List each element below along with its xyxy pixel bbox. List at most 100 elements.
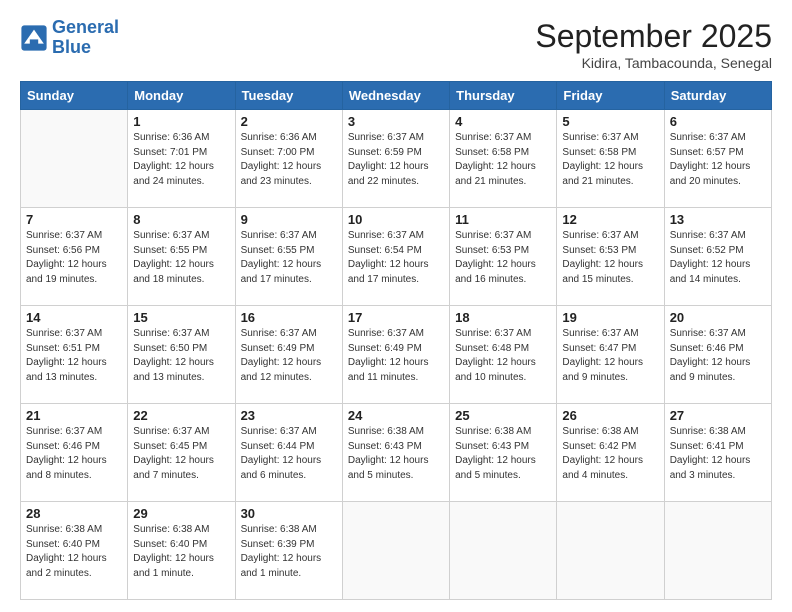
calendar-cell: 8 Sunrise: 6:37 AM Sunset: 6:55 PM Daylig…: [128, 208, 235, 306]
day-info: Sunrise: 6:37 AM Sunset: 6:58 PM Dayligh…: [562, 131, 658, 189]
day-info: Sunrise: 6:36 AM Sunset: 7:00 PM Dayligh…: [241, 131, 337, 189]
calendar-cell: 10 Sunrise: 6:37 AM Sunset: 6:54 PM Dayli…: [342, 208, 449, 306]
calendar-cell: 6 Sunrise: 6:37 AM Sunset: 6:57 PM Daylig…: [664, 110, 771, 208]
calendar-cell: 26 Sunrise: 6:38 AM Sunset: 6:42 PM Dayli…: [557, 404, 664, 502]
calendar-cell: [342, 502, 449, 600]
calendar-cell: 28 Sunrise: 6:38 AM Sunset: 6:40 PM Dayli…: [21, 502, 128, 600]
day-info: Sunrise: 6:37 AM Sunset: 6:51 PM Dayligh…: [26, 327, 122, 385]
calendar-cell: 4 Sunrise: 6:37 AM Sunset: 6:58 PM Daylig…: [450, 110, 557, 208]
day-info: Sunrise: 6:38 AM Sunset: 6:43 PM Dayligh…: [455, 425, 551, 483]
calendar-cell: 19Sunrise: 6:37 AM Sunset: 6:47 PM Dayli…: [557, 306, 664, 404]
day-info: Sunrise: 6:37 AM Sunset: 6:54 PM Dayligh…: [348, 229, 444, 287]
day-number: 12: [562, 212, 658, 227]
subtitle: Kidira, Tambacounda, Senegal: [535, 55, 772, 71]
day-info: Sunrise: 6:37 AM Sunset: 6:57 PM Dayligh…: [670, 131, 766, 189]
day-number: 20: [670, 310, 766, 325]
day-number: 18: [455, 310, 551, 325]
day-number: 17: [348, 310, 444, 325]
logo-general: General: [52, 17, 119, 37]
day-number: 14: [26, 310, 122, 325]
day-number: 4: [455, 114, 551, 129]
logo-text: General Blue: [52, 18, 119, 58]
day-number: 15: [133, 310, 229, 325]
day-number: 30: [241, 506, 337, 521]
day-number: 10: [348, 212, 444, 227]
day-info: Sunrise: 6:37 AM Sunset: 6:52 PM Dayligh…: [670, 229, 766, 287]
day-info: Sunrise: 6:37 AM Sunset: 6:55 PM Dayligh…: [133, 229, 229, 287]
calendar-cell: [450, 502, 557, 600]
day-info: Sunrise: 6:38 AM Sunset: 6:40 PM Dayligh…: [133, 523, 229, 581]
calendar-cell: 9 Sunrise: 6:37 AM Sunset: 6:55 PM Daylig…: [235, 208, 342, 306]
day-info: Sunrise: 6:38 AM Sunset: 6:40 PM Dayligh…: [26, 523, 122, 581]
day-number: 7: [26, 212, 122, 227]
day-number: 24: [348, 408, 444, 423]
col-header-saturday: Saturday: [664, 82, 771, 110]
day-number: 28: [26, 506, 122, 521]
day-number: 22: [133, 408, 229, 423]
day-info: Sunrise: 6:37 AM Sunset: 6:55 PM Dayligh…: [241, 229, 337, 287]
calendar-cell: 3 Sunrise: 6:37 AM Sunset: 6:59 PM Daylig…: [342, 110, 449, 208]
header-row: SundayMondayTuesdayWednesdayThursdayFrid…: [21, 82, 772, 110]
calendar-cell: 16 Sunrise: 6:37 AM Sunset: 6:49 PM Dayli…: [235, 306, 342, 404]
day-info: Sunrise: 6:38 AM Sunset: 6:43 PM Dayligh…: [348, 425, 444, 483]
day-info: Sunrise: 6:37 AM Sunset: 6:46 PM Dayligh…: [670, 327, 766, 385]
logo: General Blue: [20, 18, 119, 58]
calendar-cell: 11Sunrise: 6:37 AM Sunset: 6:53 PM Dayli…: [450, 208, 557, 306]
calendar-cell: 30Sunrise: 6:38 AM Sunset: 6:39 PM Dayli…: [235, 502, 342, 600]
logo-icon: [20, 24, 48, 52]
calendar-cell: 25 Sunrise: 6:38 AM Sunset: 6:43 PM Dayli…: [450, 404, 557, 502]
calendar-cell: [557, 502, 664, 600]
day-number: 9: [241, 212, 337, 227]
day-number: 25: [455, 408, 551, 423]
day-number: 11: [455, 212, 551, 227]
calendar-cell: 21Sunrise: 6:37 AM Sunset: 6:46 PM Dayli…: [21, 404, 128, 502]
calendar-cell: 1 Sunrise: 6:36 AM Sunset: 7:01 PM Daylig…: [128, 110, 235, 208]
day-info: Sunrise: 6:37 AM Sunset: 6:44 PM Dayligh…: [241, 425, 337, 483]
day-number: 29: [133, 506, 229, 521]
calendar-cell: 18 Sunrise: 6:37 AM Sunset: 6:48 PM Dayli…: [450, 306, 557, 404]
day-number: 16: [241, 310, 337, 325]
week-row-1: 1 Sunrise: 6:36 AM Sunset: 7:01 PM Daylig…: [21, 110, 772, 208]
week-row-3: 14 Sunrise: 6:37 AM Sunset: 6:51 PM Dayli…: [21, 306, 772, 404]
day-info: Sunrise: 6:37 AM Sunset: 6:56 PM Dayligh…: [26, 229, 122, 287]
day-info: Sunrise: 6:37 AM Sunset: 6:49 PM Dayligh…: [241, 327, 337, 385]
calendar-cell: 22 Sunrise: 6:37 AM Sunset: 6:45 PM Dayli…: [128, 404, 235, 502]
calendar-table: SundayMondayTuesdayWednesdayThursdayFrid…: [20, 81, 772, 600]
day-number: 3: [348, 114, 444, 129]
calendar-cell: 29 Sunrise: 6:38 AM Sunset: 6:40 PM Dayli…: [128, 502, 235, 600]
day-info: Sunrise: 6:37 AM Sunset: 6:58 PM Dayligh…: [455, 131, 551, 189]
day-number: 26: [562, 408, 658, 423]
day-number: 27: [670, 408, 766, 423]
col-header-wednesday: Wednesday: [342, 82, 449, 110]
calendar-cell: 13Sunrise: 6:37 AM Sunset: 6:52 PM Dayli…: [664, 208, 771, 306]
col-header-friday: Friday: [557, 82, 664, 110]
calendar-cell: 12 Sunrise: 6:37 AM Sunset: 6:53 PM Dayli…: [557, 208, 664, 306]
day-number: 6: [670, 114, 766, 129]
day-number: 8: [133, 212, 229, 227]
day-info: Sunrise: 6:38 AM Sunset: 6:42 PM Dayligh…: [562, 425, 658, 483]
col-header-sunday: Sunday: [21, 82, 128, 110]
calendar-cell: 7 Sunrise: 6:37 AM Sunset: 6:56 PM Daylig…: [21, 208, 128, 306]
week-row-2: 7 Sunrise: 6:37 AM Sunset: 6:56 PM Daylig…: [21, 208, 772, 306]
page: General Blue September 2025 Kidira, Tamb…: [0, 0, 792, 612]
day-number: 5: [562, 114, 658, 129]
calendar-cell: 23 Sunrise: 6:37 AM Sunset: 6:44 PM Dayli…: [235, 404, 342, 502]
calendar-cell: 14 Sunrise: 6:37 AM Sunset: 6:51 PM Dayli…: [21, 306, 128, 404]
day-info: Sunrise: 6:36 AM Sunset: 7:01 PM Dayligh…: [133, 131, 229, 189]
day-number: 23: [241, 408, 337, 423]
day-info: Sunrise: 6:37 AM Sunset: 6:59 PM Dayligh…: [348, 131, 444, 189]
calendar-cell: 15Sunrise: 6:37 AM Sunset: 6:50 PM Dayli…: [128, 306, 235, 404]
day-info: Sunrise: 6:37 AM Sunset: 6:45 PM Dayligh…: [133, 425, 229, 483]
logo-blue: Blue: [52, 37, 91, 57]
col-header-thursday: Thursday: [450, 82, 557, 110]
week-row-4: 21Sunrise: 6:37 AM Sunset: 6:46 PM Dayli…: [21, 404, 772, 502]
calendar-cell: [21, 110, 128, 208]
day-number: 21: [26, 408, 122, 423]
header: General Blue September 2025 Kidira, Tamb…: [20, 18, 772, 71]
calendar-cell: 27 Sunrise: 6:38 AM Sunset: 6:41 PM Dayli…: [664, 404, 771, 502]
day-info: Sunrise: 6:38 AM Sunset: 6:41 PM Dayligh…: [670, 425, 766, 483]
day-number: 1: [133, 114, 229, 129]
day-info: Sunrise: 6:37 AM Sunset: 6:53 PM Dayligh…: [562, 229, 658, 287]
main-title: September 2025: [535, 18, 772, 55]
day-info: Sunrise: 6:37 AM Sunset: 6:48 PM Dayligh…: [455, 327, 551, 385]
